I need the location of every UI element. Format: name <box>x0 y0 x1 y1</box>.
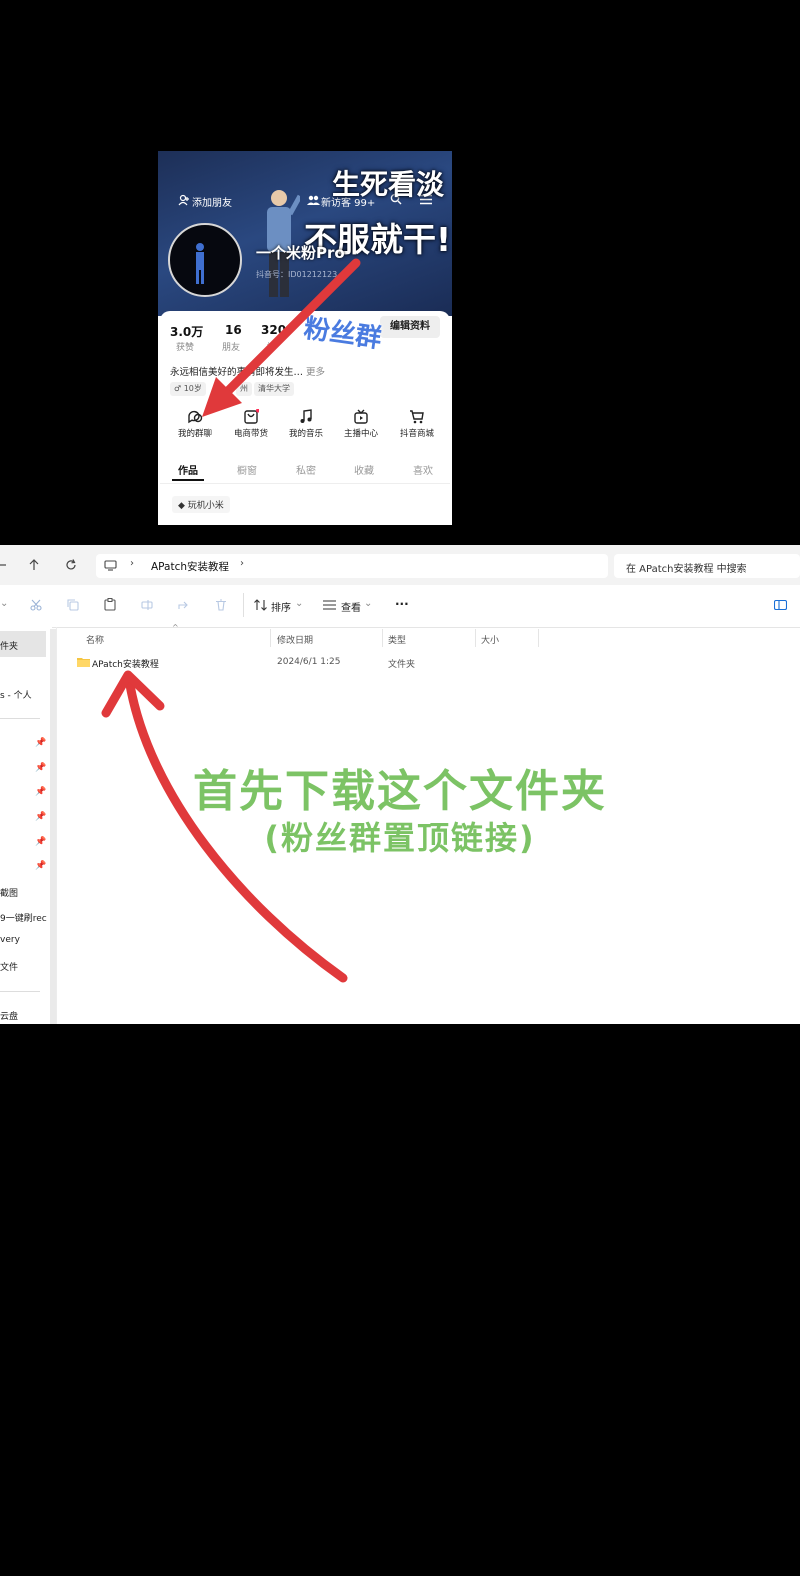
red-arrow-annotation <box>202 258 361 417</box>
file-explorer-window: › APatch安装教程 › 在 APatch安装教程 中搜索 ⌄ 排序 ⌄ 查… <box>0 545 800 1024</box>
phone-profile-screenshot: 添加朋友 新访客 99+ 生死看淡 不服就干! 一个米粉Pro 抖音号：ID01… <box>158 151 452 525</box>
curved-red-arrow-annotation <box>101 670 348 983</box>
